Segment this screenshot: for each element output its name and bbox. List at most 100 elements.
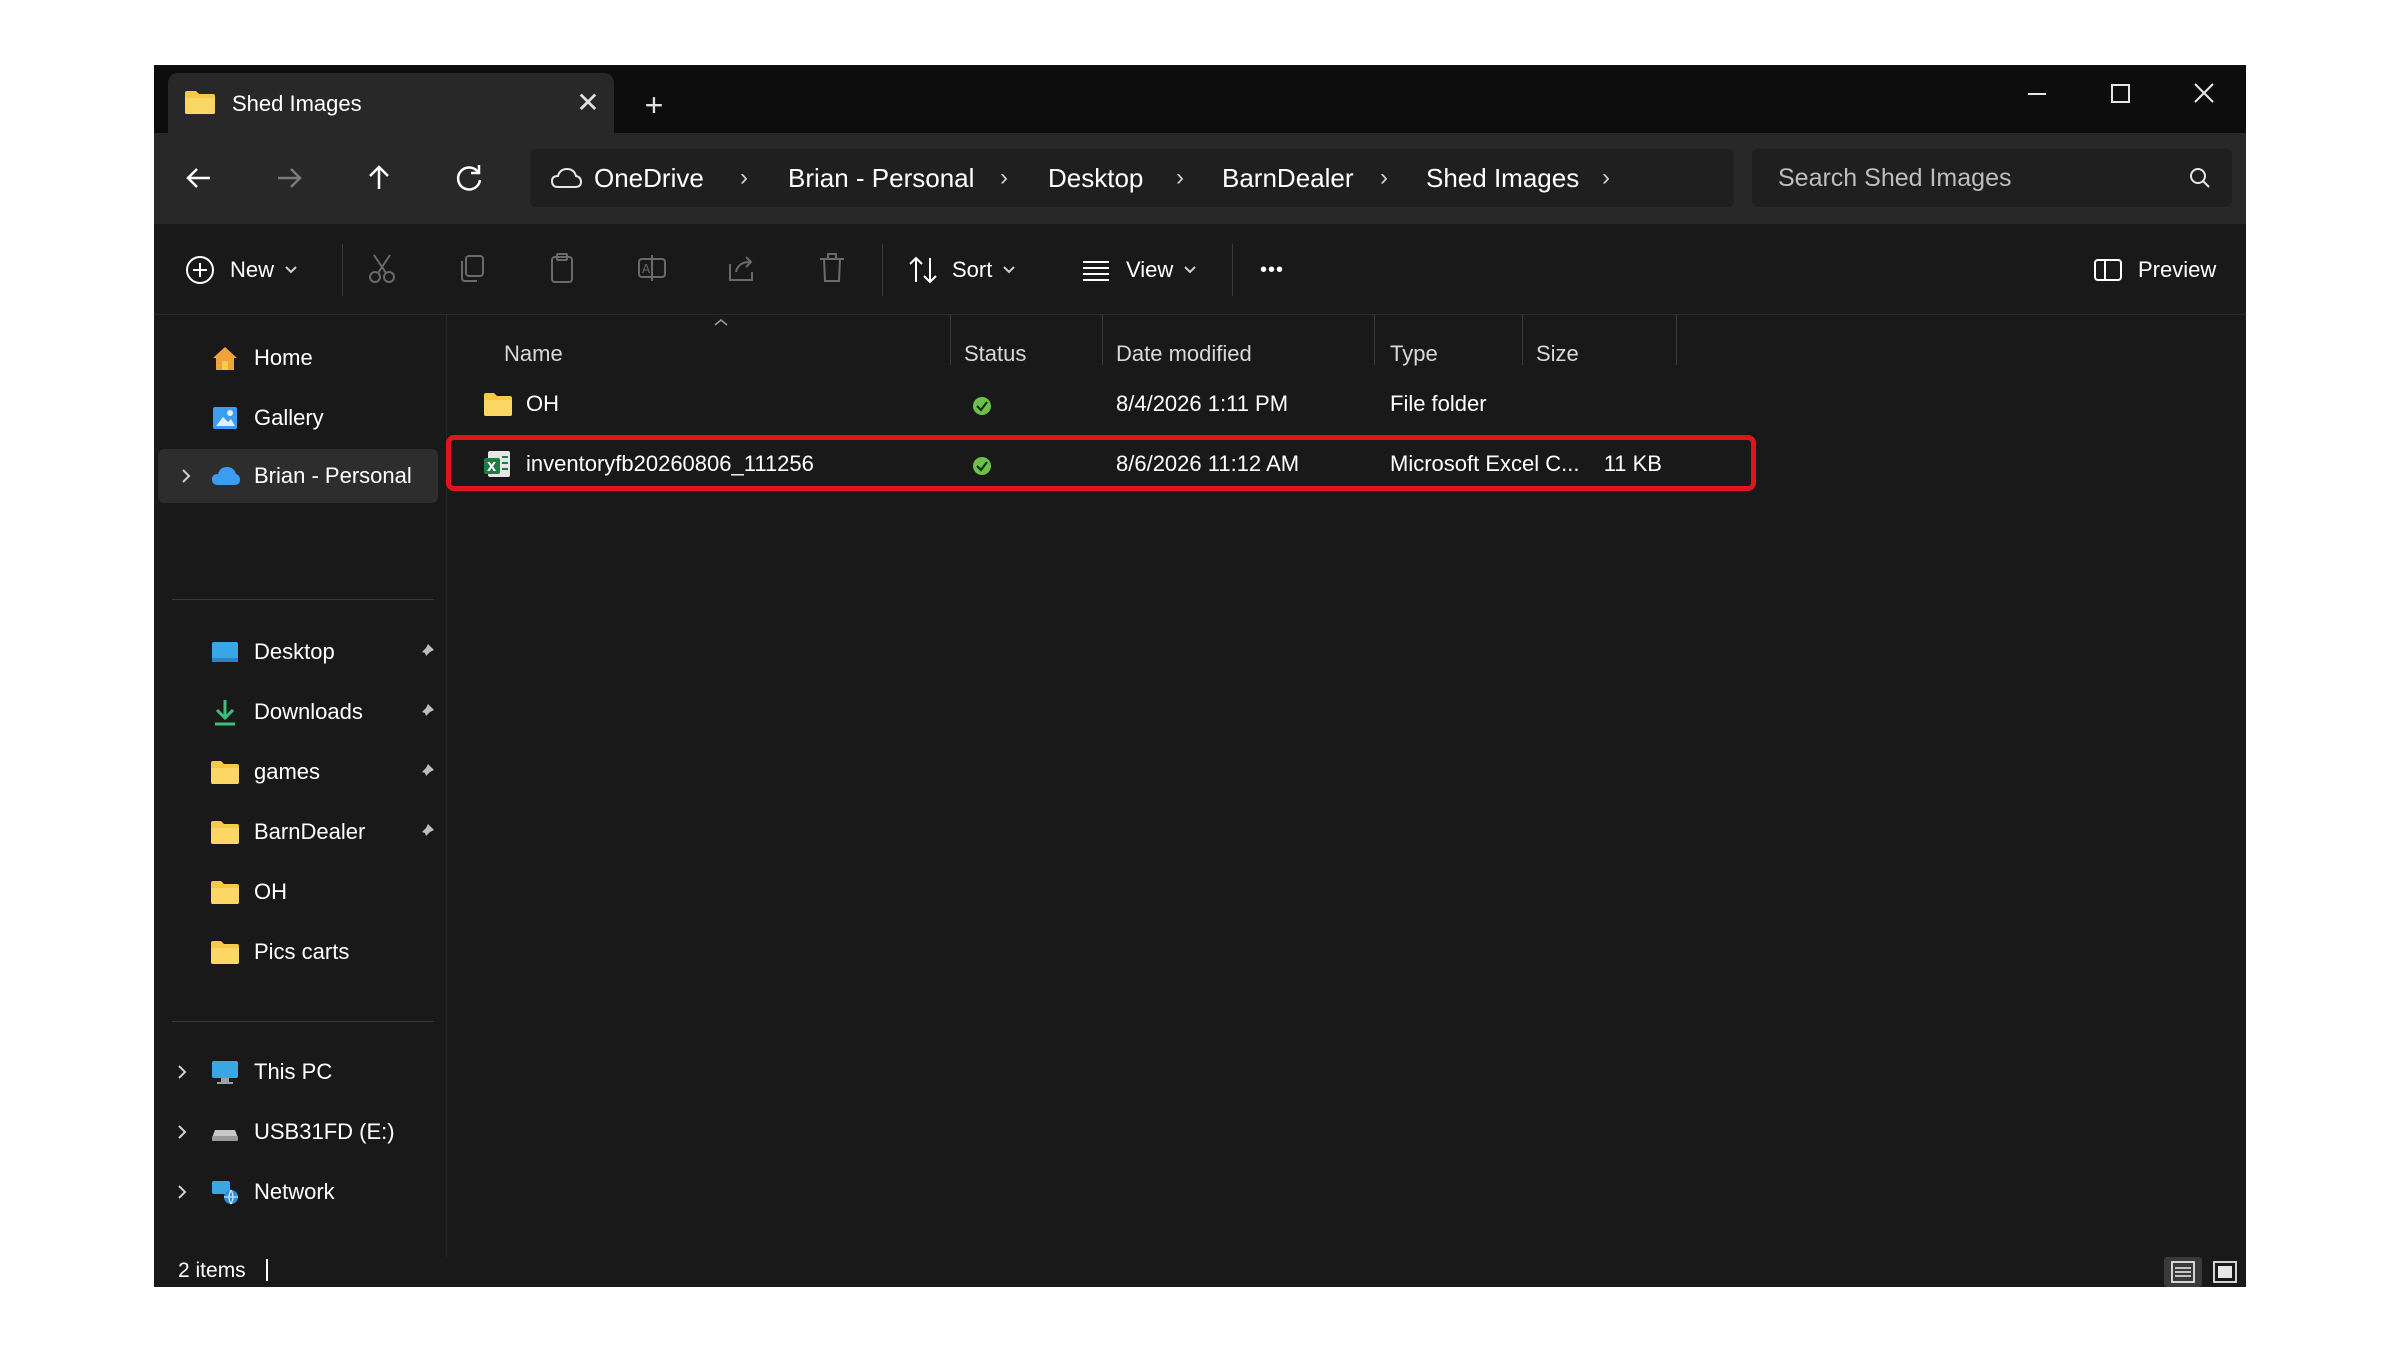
- sidebar-item-usb-drive[interactable]: USB31FD (E:): [154, 1105, 446, 1159]
- title-bar: Shed Images ✕ +: [154, 65, 2246, 133]
- breadcrumb-barndealer[interactable]: BarnDealer: [1222, 163, 1354, 194]
- toolbar-divider: [882, 244, 883, 296]
- sidebar-item-home[interactable]: Home: [154, 331, 446, 385]
- delete-icon[interactable]: [814, 250, 850, 286]
- breadcrumb-brian-personal[interactable]: Brian - Personal: [788, 163, 974, 194]
- more-options-icon[interactable]: •••: [1260, 252, 1284, 288]
- pin-icon[interactable]: [416, 762, 436, 782]
- column-header-date[interactable]: Date modified: [1116, 341, 1252, 367]
- column-divider[interactable]: [1374, 315, 1375, 365]
- sidebar-item-oh[interactable]: OH: [154, 865, 446, 919]
- large-icons-view-button[interactable]: [2206, 1257, 2244, 1287]
- column-divider[interactable]: [950, 315, 951, 365]
- network-icon: [212, 1181, 238, 1205]
- copy-icon[interactable]: [454, 250, 490, 286]
- breadcrumb-chevron-icon[interactable]: ›: [1380, 164, 1388, 192]
- back-button[interactable]: [176, 155, 222, 201]
- details-view-button[interactable]: [2164, 1257, 2202, 1287]
- view-button[interactable]: View: [1080, 252, 1197, 288]
- sort-label: Sort: [952, 257, 993, 282]
- breadcrumb-onedrive[interactable]: OneDrive: [594, 163, 704, 194]
- close-window-button[interactable]: [2164, 73, 2244, 113]
- column-header-type[interactable]: Type: [1390, 341, 1438, 367]
- sidebar-item-label: Brian - Personal: [254, 463, 412, 488]
- sidebar-item-brian-personal[interactable]: Brian - Personal: [158, 449, 438, 503]
- refresh-button[interactable]: [446, 155, 492, 201]
- search-box[interactable]: Search Shed Images: [1752, 149, 2232, 207]
- cut-icon[interactable]: [364, 250, 400, 286]
- sort-ascending-icon: [714, 319, 728, 326]
- new-button[interactable]: New: [184, 252, 298, 288]
- close-icon: [2194, 83, 2214, 103]
- file-explorer-window: Shed Images ✕ + OneDrive › Brian - Perso…: [154, 65, 2246, 1287]
- sidebar-item-this-pc[interactable]: This PC: [154, 1045, 446, 1099]
- onedrive-cloud-icon: [550, 167, 583, 194]
- drive-icon: [212, 1130, 238, 1141]
- column-divider[interactable]: [1102, 315, 1103, 365]
- pin-icon[interactable]: [416, 702, 436, 722]
- sidebar-item-label: USB31FD (E:): [254, 1119, 395, 1144]
- breadcrumb-chevron-icon[interactable]: ›: [1000, 164, 1008, 192]
- preview-pane-button[interactable]: Preview: [2092, 252, 2216, 288]
- sidebar-item-label: Network: [254, 1179, 335, 1204]
- folder-icon: [184, 89, 216, 120]
- sync-status-icon: [973, 397, 991, 415]
- rename-icon[interactable]: A: [634, 250, 670, 286]
- sidebar-item-gallery[interactable]: Gallery: [154, 391, 446, 445]
- tab-shed-images[interactable]: Shed Images ✕: [168, 73, 614, 133]
- sidebar-item-barndealer[interactable]: BarnDealer: [154, 805, 446, 859]
- new-tab-button[interactable]: +: [634, 85, 674, 125]
- pin-icon[interactable]: [416, 642, 436, 662]
- file-row[interactable]: OH 8/4/2026 1:11 PM File folder: [446, 377, 1746, 431]
- item-count: 2 items: [178, 1259, 246, 1282]
- chevron-right-icon[interactable]: [172, 1182, 192, 1202]
- breadcrumb-chevron-icon[interactable]: ›: [740, 164, 748, 192]
- minimize-button[interactable]: [1996, 73, 2076, 113]
- tab-close-icon[interactable]: ✕: [570, 85, 606, 121]
- column-header-name[interactable]: Name: [504, 341, 563, 367]
- chevron-right-icon[interactable]: [172, 1062, 192, 1082]
- sidebar-item-network[interactable]: Network: [154, 1165, 446, 1219]
- sidebar-item-label: This PC: [254, 1059, 333, 1084]
- maximize-button[interactable]: [2080, 73, 2160, 113]
- navigation-bar: OneDrive › Brian - Personal › Desktop › …: [154, 133, 2246, 223]
- search-input[interactable]: Search Shed Images: [1778, 164, 2011, 193]
- column-header-status[interactable]: Status: [964, 341, 1026, 367]
- view-list-icon: [1083, 261, 1109, 281]
- column-divider[interactable]: [1522, 315, 1523, 365]
- file-name: OH: [526, 391, 559, 416]
- folder-icon: [484, 393, 512, 416]
- breadcrumb-chevron-icon[interactable]: ›: [1176, 164, 1184, 192]
- address-bar[interactable]: OneDrive › Brian - Personal › Desktop › …: [530, 149, 1734, 207]
- sidebar-item-downloads[interactable]: Downloads: [154, 685, 446, 739]
- column-header-size[interactable]: Size: [1536, 341, 1579, 367]
- maximize-icon: [2111, 84, 2130, 103]
- refresh-icon: [456, 165, 482, 191]
- new-label: New: [230, 257, 275, 282]
- sidebar-item-pics-carts[interactable]: Pics carts: [154, 925, 446, 979]
- computer-icon: [212, 1061, 238, 1084]
- search-icon[interactable]: [2188, 166, 2212, 195]
- pin-icon[interactable]: [416, 822, 436, 842]
- sidebar-item-label: Downloads: [254, 699, 363, 724]
- chevron-right-icon[interactable]: [176, 466, 196, 486]
- breadcrumb-chevron-icon[interactable]: ›: [1602, 164, 1610, 192]
- sidebar-item-games[interactable]: games: [154, 745, 446, 799]
- share-icon[interactable]: [724, 250, 760, 286]
- paste-icon[interactable]: [544, 250, 580, 286]
- toolbar-divider: [1232, 244, 1233, 296]
- home-icon: [213, 347, 237, 370]
- file-type: File folder: [1390, 391, 1487, 416]
- sidebar-item-desktop[interactable]: Desktop: [154, 625, 446, 679]
- sort-button[interactable]: Sort: [906, 252, 1016, 288]
- arrow-up-icon: [369, 165, 389, 189]
- folder-icon: [211, 761, 239, 784]
- view-label: View: [1126, 257, 1174, 282]
- cloud-icon: [212, 467, 240, 485]
- breadcrumb-shed-images[interactable]: Shed Images: [1426, 163, 1579, 194]
- breadcrumb-desktop[interactable]: Desktop: [1048, 163, 1143, 194]
- chevron-right-icon[interactable]: [172, 1122, 192, 1142]
- up-button[interactable]: [356, 155, 402, 201]
- forward-button[interactable]: [266, 155, 312, 201]
- column-divider[interactable]: [1676, 315, 1677, 365]
